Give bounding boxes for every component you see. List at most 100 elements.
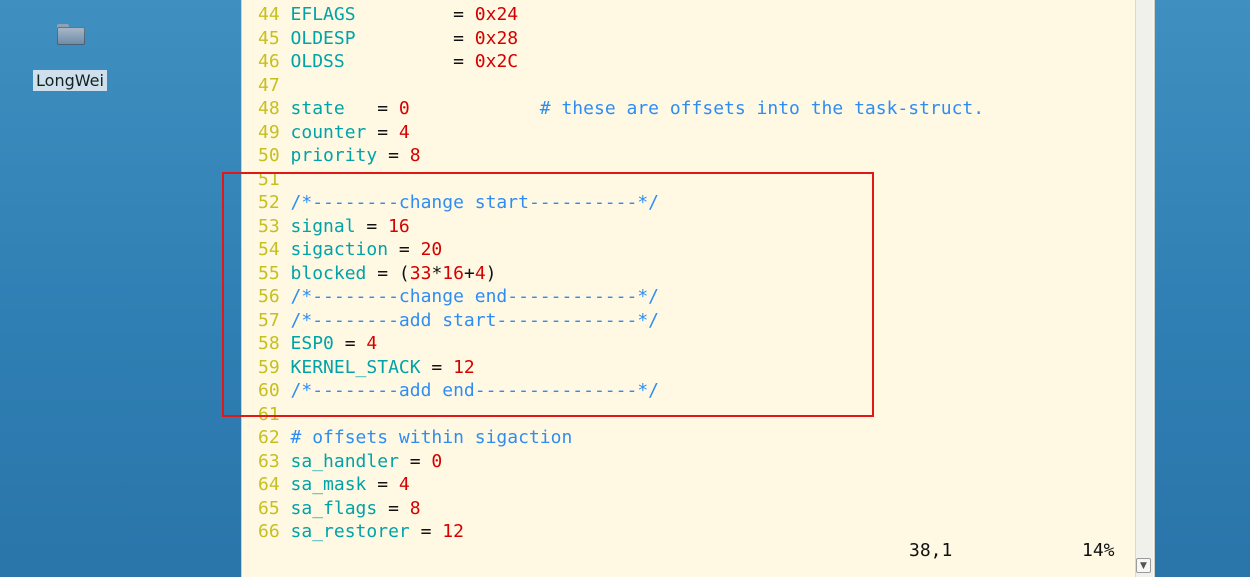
line-number: 51 — [258, 168, 280, 190]
code-line: 54 sigaction = 20 — [258, 238, 1128, 262]
code-token-num: 0 — [431, 450, 443, 472]
code-token-num: 8 — [409, 497, 421, 519]
code-token-comment: /*--------add start-------------*/ — [290, 309, 659, 331]
code-line: 65 sa_flags = 8 — [258, 497, 1128, 521]
code-token-num: 12 — [453, 356, 475, 378]
code-token-op — [410, 98, 540, 119]
code-token-var: ESP0 — [290, 333, 334, 354]
code-view[interactable]: 44 EFLAGS = 0x24 45 OLDESP = 0x28 46 OLDSS… — [258, 3, 1128, 544]
code-token-op: = — [377, 497, 410, 519]
code-token-op: = — [344, 98, 399, 119]
code-token-comment: # offsets within sigaction — [290, 427, 573, 448]
code-token-comment: /*--------add end---------------*/ — [290, 380, 659, 401]
code-line: 62 # offsets within sigaction — [258, 426, 1128, 450]
line-number: 64 — [258, 474, 280, 495]
code-token-op: = — [366, 474, 399, 495]
code-token-comment: /*--------change start----------*/ — [290, 192, 659, 213]
code-line: 55 blocked = (33*16+4) — [258, 262, 1128, 286]
code-line: 44 EFLAGS = 0x24 — [258, 3, 1128, 27]
code-line: 46 OLDSS = 0x2C — [258, 50, 1128, 74]
code-line: 58 ESP0 = 4 — [258, 332, 1128, 356]
terminal-window[interactable]: 44 EFLAGS = 0x24 45 OLDESP = 0x28 46 OLDSS… — [241, 0, 1155, 577]
code-token-num: 0x28 — [474, 27, 519, 49]
code-token-var: sa_handler — [290, 450, 399, 472]
code-token-op: = ( — [366, 262, 410, 284]
line-number: 65 — [258, 497, 280, 519]
code-line: 60 /*--------add end---------------*/ — [258, 379, 1128, 403]
line-number: 54 — [258, 239, 280, 260]
code-line: 48 state = 0 # these are offsets into th… — [258, 97, 1128, 121]
line-number: 45 — [258, 27, 280, 49]
code-line: 59 KERNEL_STACK = 12 — [258, 356, 1128, 380]
code-token-var: OLDESP — [290, 27, 356, 49]
code-token-num: 16 — [388, 215, 410, 237]
code-token-var: OLDSS — [290, 51, 345, 72]
code-token-op: = — [420, 356, 454, 378]
code-token-var: priority — [290, 145, 378, 166]
code-token-num: 8 — [409, 145, 421, 166]
code-token-var: signal — [290, 215, 356, 237]
code-token-op: = — [377, 145, 410, 166]
scrollbar[interactable]: ▼ — [1135, 0, 1153, 577]
code-token-op: = — [355, 215, 389, 237]
code-token-num: 4 — [398, 474, 410, 495]
code-line: 64 sa_mask = 4 — [258, 473, 1128, 497]
folder-icon — [53, 18, 87, 46]
code-token-num: 4 — [474, 262, 486, 284]
line-number: 63 — [258, 450, 280, 472]
line-number: 48 — [258, 98, 280, 119]
line-number: 66 — [258, 521, 280, 542]
code-token-var: KERNEL_STACK — [290, 356, 421, 378]
code-token-comment: /*--------change end------------*/ — [290, 286, 659, 307]
line-number: 58 — [258, 333, 280, 354]
code-token-op: + — [463, 262, 475, 284]
code-line: 45 OLDESP = 0x28 — [258, 27, 1128, 51]
line-number: 56 — [258, 286, 280, 307]
code-line: 47 — [258, 74, 1128, 98]
code-token-var: counter — [290, 121, 367, 143]
code-token-num: 4 — [366, 333, 378, 354]
line-number: 62 — [258, 427, 280, 448]
code-token-var: EFLAGS — [290, 4, 356, 25]
desktop-icon-label: LongWei — [33, 70, 107, 91]
code-token-var: sigaction — [290, 239, 389, 260]
code-line: 49 counter = 4 — [258, 121, 1128, 145]
code-token-op: ) — [485, 262, 497, 284]
code-token-var: sa_flags — [290, 497, 378, 519]
code-token-var: blocked — [290, 262, 367, 284]
code-line: 50 priority = 8 — [258, 144, 1128, 168]
line-number: 59 — [258, 356, 280, 378]
scroll-down-arrow-icon[interactable]: ▼ — [1136, 558, 1151, 573]
line-number: 46 — [258, 51, 280, 72]
code-token-num: 0 — [398, 98, 410, 119]
code-token-num: 33 — [409, 262, 432, 284]
code-token-op: * — [431, 262, 443, 284]
code-token-op: = — [398, 450, 432, 472]
line-number: 50 — [258, 145, 280, 166]
code-line: 57 /*--------add start-------------*/ — [258, 309, 1128, 333]
code-token-op: = — [344, 51, 475, 72]
line-number: 52 — [258, 192, 280, 213]
desktop-folder-longwei[interactable]: LongWei — [20, 18, 120, 91]
line-number: 53 — [258, 215, 280, 237]
code-line: 51 — [258, 168, 1128, 192]
code-token-op: = — [333, 333, 367, 354]
scroll-percent: 14% — [1082, 540, 1115, 561]
line-number: 44 — [258, 4, 280, 25]
code-token-op: = — [355, 27, 475, 49]
code-token-num: 16 — [442, 262, 464, 284]
code-token-num: 12 — [442, 521, 464, 542]
code-token-num: 0x2C — [474, 51, 519, 72]
code-token-op: = — [388, 239, 421, 260]
code-token-comment: # these are offsets into the task-struct… — [539, 98, 985, 119]
code-token-var: sa_restorer — [290, 521, 410, 542]
line-number: 57 — [258, 309, 280, 331]
status-line: 38,1 14% — [242, 540, 1137, 566]
code-token-num: 4 — [398, 121, 410, 143]
line-number: 49 — [258, 121, 280, 143]
code-line: 61 — [258, 403, 1128, 427]
line-number: 61 — [258, 403, 280, 425]
code-token-num: 0x24 — [474, 4, 519, 25]
line-number: 47 — [258, 74, 280, 96]
code-token-op: = — [355, 4, 475, 25]
